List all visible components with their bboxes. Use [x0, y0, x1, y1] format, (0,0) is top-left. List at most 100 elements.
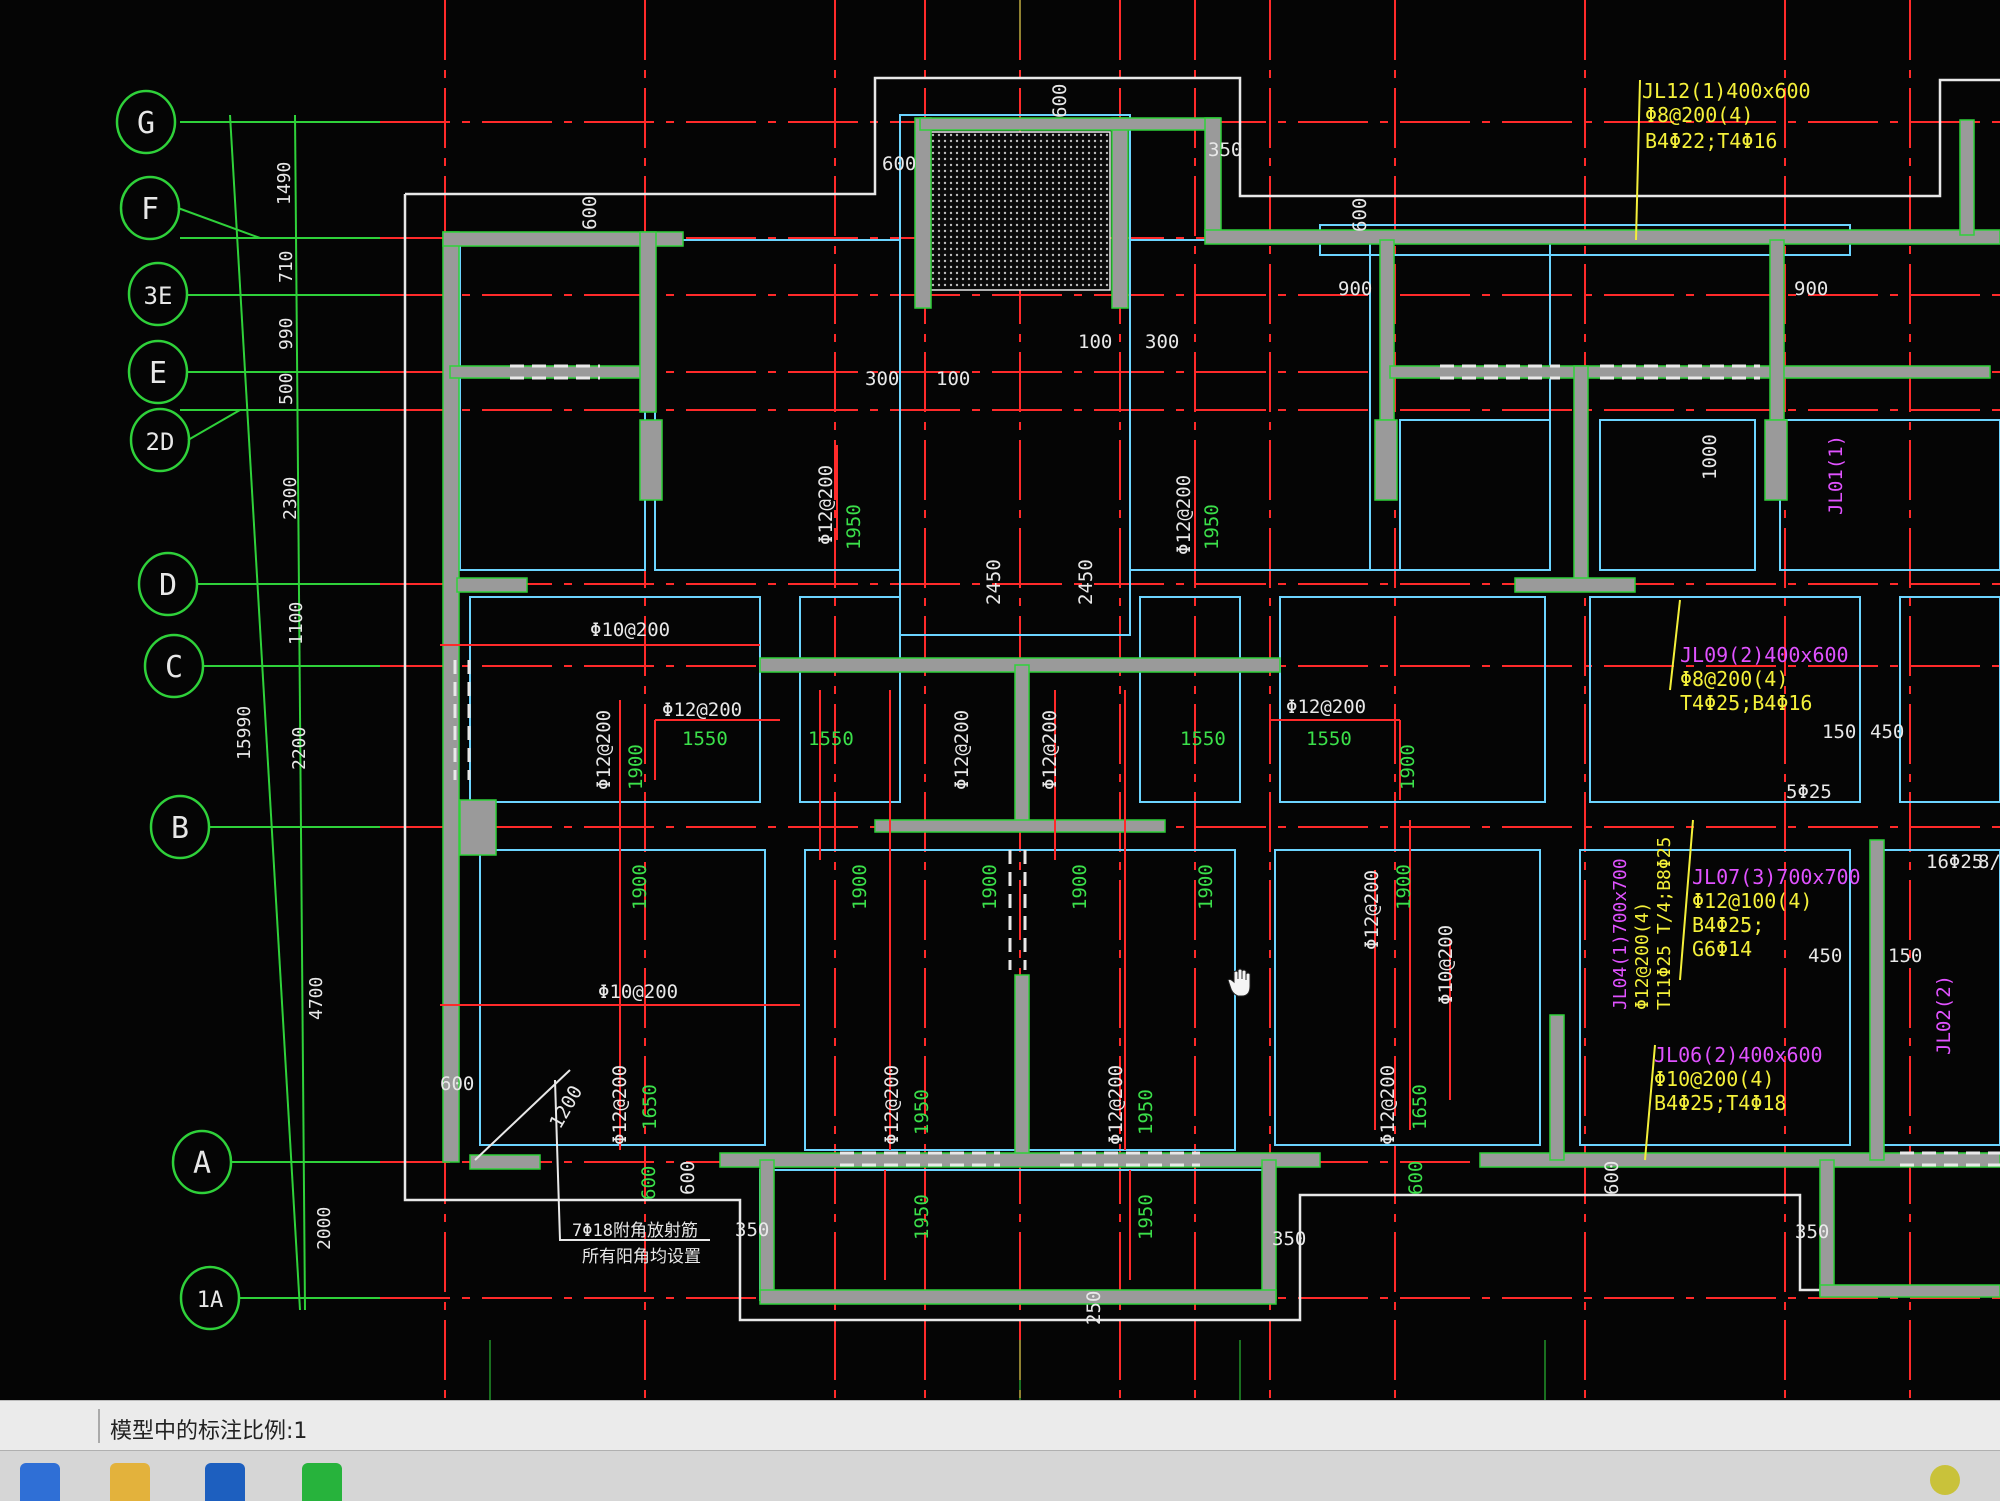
- dim-150-b: 150: [1888, 945, 1922, 967]
- dim-1000: 1000: [1699, 434, 1721, 480]
- rebar-m: Φ12@200: [881, 1065, 903, 1145]
- jl12-bars: B4Φ22;T4Φ16: [1645, 129, 1777, 153]
- taskbar-tray-icon[interactable]: [1930, 1465, 1960, 1495]
- rebar-g: Φ12@200: [951, 710, 973, 790]
- dim-900-a: 900: [1338, 278, 1372, 300]
- slab-1550-a: 1550: [682, 728, 728, 750]
- slab-1900-c: 1900: [629, 864, 651, 910]
- slab-1900-a: 1900: [625, 744, 647, 790]
- taskbar-app-icon-2[interactable]: [205, 1463, 245, 1501]
- beam-note-jl02: JL02(2): [1933, 975, 1955, 1055]
- slab-600-e: 600: [1405, 1161, 1427, 1195]
- axis-bubbles: [115, 89, 241, 1331]
- rebar-b: Φ12@200: [1173, 475, 1195, 555]
- slab-1650-b: 1650: [1409, 1084, 1431, 1130]
- dim-600-mid: 600: [1349, 198, 1371, 232]
- taskbar-app-icon-1[interactable]: [20, 1463, 60, 1501]
- taskbar-folder-icon[interactable]: [110, 1463, 150, 1501]
- slab-1900-d: 1900: [849, 864, 871, 910]
- dim-450-b: 450: [1808, 945, 1842, 967]
- dim-450-a: 450: [1870, 721, 1904, 743]
- axis-label-E: E: [149, 356, 167, 391]
- jl07-title: JL07(3)700x700: [1692, 865, 1861, 889]
- dim-100-b: 100: [1078, 331, 1112, 353]
- dim-2450-a: 2450: [983, 559, 1005, 605]
- corner-note-line2: 所有阳角均设置: [582, 1247, 701, 1267]
- beam-note-jl09: JL09(2)400x600 Φ8@200(4) T4Φ25;B4Φ16: [1680, 643, 1849, 715]
- slab-1550-b: 1550: [808, 728, 854, 750]
- slab-1550-d: 1550: [1306, 728, 1352, 750]
- jl04-stirrup: Φ12@200(4): [1632, 902, 1653, 1010]
- beam-note-jl04: JL04(1)700x700 Φ12@200(4) T11Φ25 T/4;B8Φ…: [1610, 837, 1675, 1010]
- dim-600-left: 600: [882, 153, 916, 175]
- dim-d-c: 1100: [286, 602, 307, 645]
- beam-note-jl01: JL01(1): [1825, 435, 1847, 515]
- dim-600-b: 600: [440, 1073, 474, 1095]
- slab-600-f: 600: [638, 1166, 660, 1200]
- hand-cursor-icon: [1227, 968, 1251, 997]
- axis-label-3E: 3E: [144, 282, 173, 310]
- axis-label-C: C: [165, 650, 183, 685]
- dim-350-top: 350: [1208, 139, 1242, 161]
- status-separator: [98, 1409, 100, 1443]
- corner-note-line1: 7Φ18附角放射筋: [572, 1221, 698, 1241]
- dim-2d-d: 2300: [280, 477, 301, 520]
- dim-8: 8/: [1978, 851, 2000, 873]
- rebar-h: Φ12@200: [1039, 710, 1061, 790]
- jl06-stirrup: Φ10@200(4): [1654, 1067, 1774, 1091]
- rebar-f: Φ12@200: [593, 710, 615, 790]
- dim-g-f: 1490: [274, 162, 295, 205]
- rebar-e: Φ12@200: [1286, 696, 1366, 718]
- slab-1650-a: 1650: [639, 1084, 661, 1130]
- dim-150-a: 150: [1822, 721, 1856, 743]
- taskbar-app-icon-3[interactable]: [302, 1463, 342, 1501]
- rebar-a: Φ12@200: [815, 465, 837, 545]
- slab-1550-c: 1550: [1180, 728, 1226, 750]
- jl07-stirrup: Φ12@100(4): [1692, 889, 1812, 913]
- annotation-scale-label: 模型中的标注比例:1: [110, 1419, 308, 1444]
- rebar-j: Φ10@200: [598, 981, 678, 1003]
- slab-1950-d: 1950: [1135, 1089, 1157, 1135]
- dim-f-3e: 710: [276, 250, 297, 283]
- axis-label-D: D: [159, 568, 177, 603]
- dim-c-b: 2200: [289, 727, 310, 770]
- corner-note: 7Φ18附角放射筋 所有阳角均设置: [572, 1221, 701, 1267]
- dim-a-1a: 2000: [314, 1207, 335, 1250]
- dim-350-a: 350: [735, 1219, 769, 1241]
- axis-label-1A: 1A: [197, 1288, 224, 1313]
- slab-1900-g: 1900: [1195, 864, 1217, 910]
- cad-drawing-canvas[interactable]: G F 3E E 2D D C B A 1A 15990 1490 710 99…: [0, 0, 2000, 1400]
- jl04-title: JL04(1)700x700: [1610, 858, 1631, 1010]
- jl07-side: G6Φ14: [1692, 937, 1752, 961]
- rebar-k: Φ10@200: [1435, 925, 1457, 1005]
- dim-600-f: 600: [579, 196, 601, 230]
- axis-label-A: A: [193, 1146, 211, 1181]
- dim-1200: 1200: [545, 1082, 587, 1133]
- dim-b-a: 4700: [306, 977, 327, 1020]
- slab-1950-c: 1950: [911, 1089, 933, 1135]
- status-bar: 模型中的标注比例:1: [0, 1400, 2000, 1451]
- rebar-d: Φ12@200: [662, 699, 742, 721]
- dim-16phi25: 16Φ25: [1926, 851, 1983, 873]
- rebar-o: Φ12@200: [1377, 1065, 1399, 1145]
- axis-label-F: F: [141, 192, 159, 227]
- rebar-l: Φ12@200: [609, 1065, 631, 1145]
- dim-total: 15990: [234, 706, 255, 760]
- axis-label-2D: 2D: [146, 428, 175, 456]
- jl06-title: JL06(2)400x600: [1654, 1043, 1823, 1067]
- dim-600-top: 600: [1049, 84, 1071, 118]
- jl04-bars: T11Φ25 T/4;B8Φ25: [1654, 837, 1675, 1010]
- dim-100-a: 100: [936, 368, 970, 390]
- dim-250: 250: [1083, 1291, 1105, 1325]
- dim-3e-e: 990: [276, 317, 297, 350]
- dim-600-c: 600: [677, 1161, 699, 1195]
- jl12-title: JL12(1)400x600: [1642, 79, 1811, 103]
- dim-350-b: 350: [1272, 1228, 1306, 1250]
- slab-1950-a: 1950: [843, 504, 865, 550]
- jl07-bars: B4Φ25;: [1692, 913, 1764, 937]
- slab-1900-e: 1900: [979, 864, 1001, 910]
- axis-label-G: G: [137, 106, 155, 141]
- rebar-i: Φ12@200: [1361, 870, 1383, 950]
- dim-e-2d: 500: [276, 372, 297, 405]
- jl06-bars: B4Φ25;T4Φ18: [1654, 1091, 1786, 1115]
